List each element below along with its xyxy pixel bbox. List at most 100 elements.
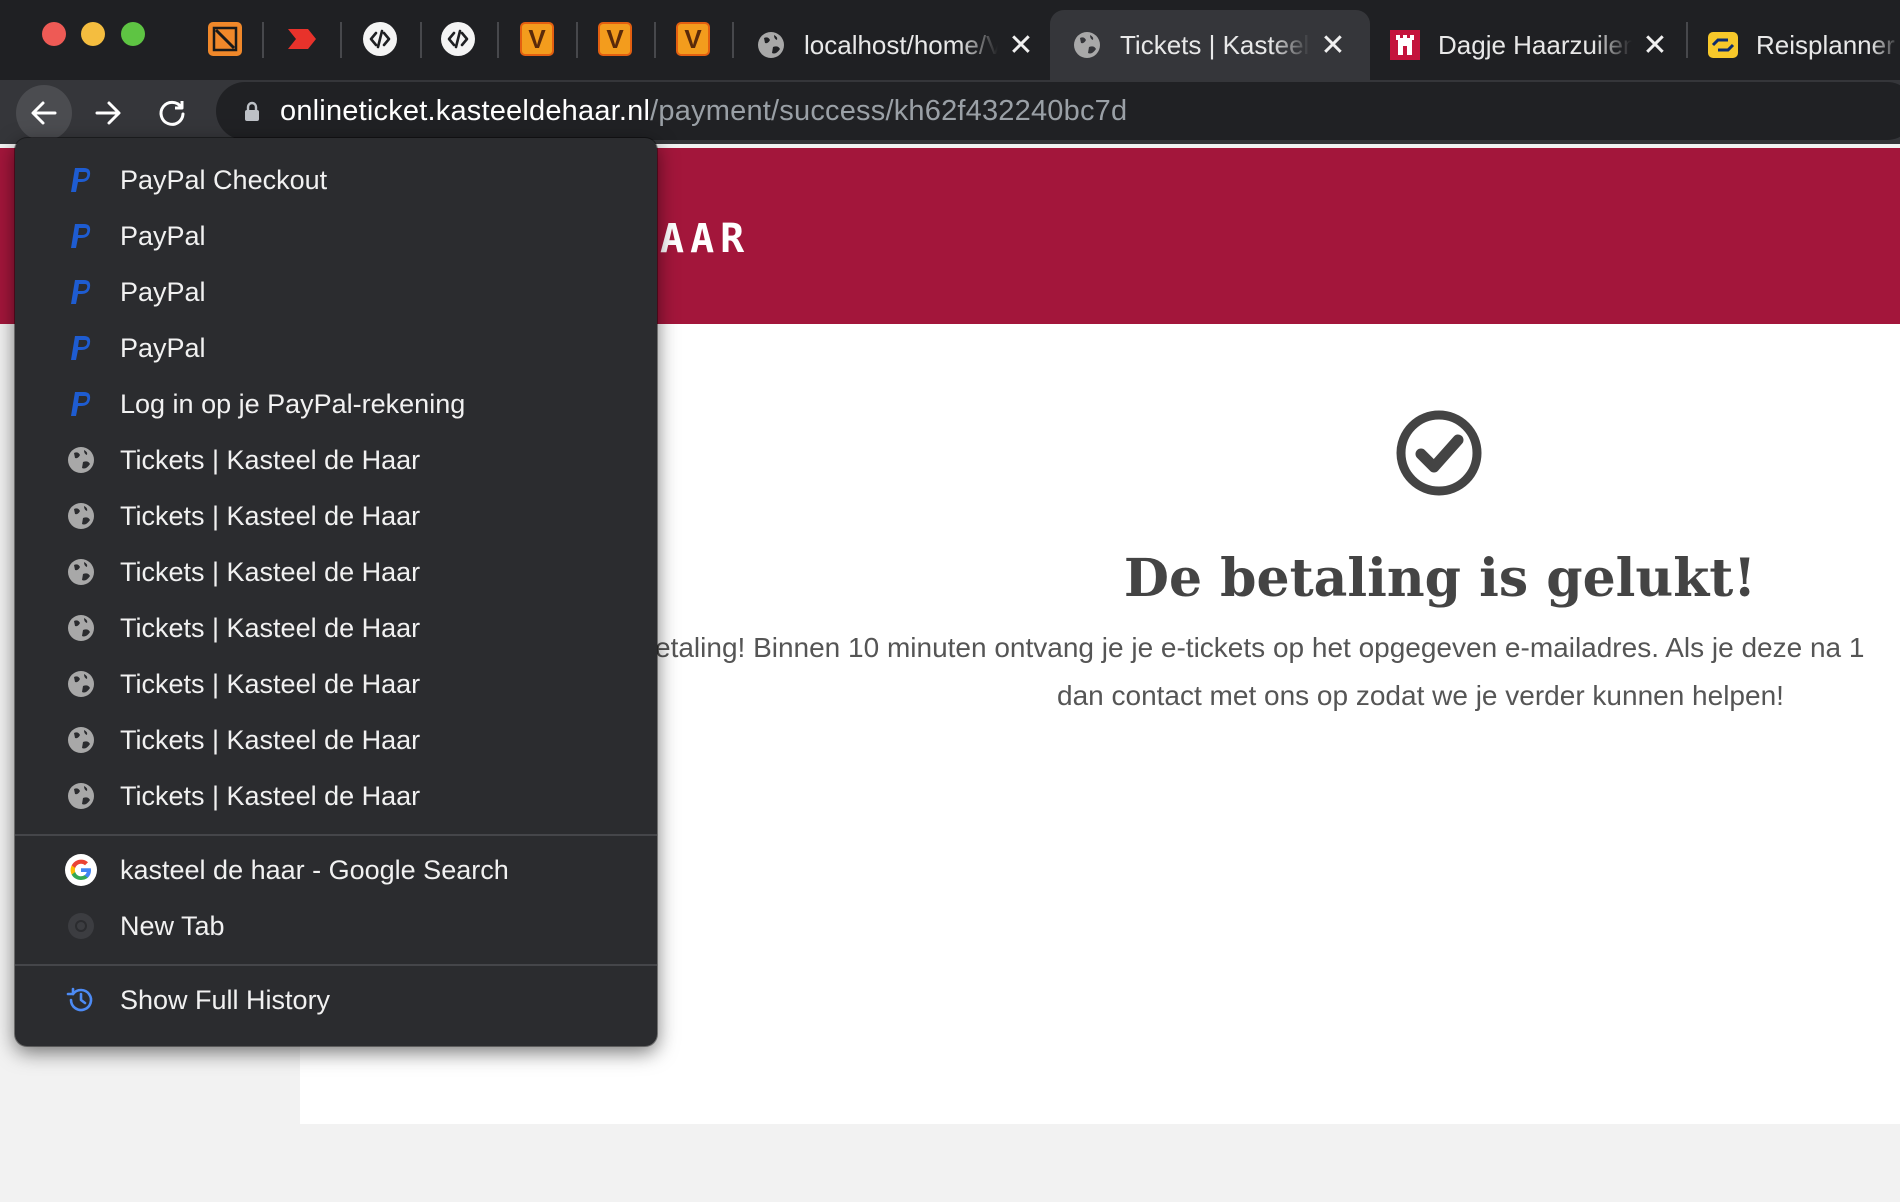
history-item-label: Tickets | Kasteel de Haar <box>120 500 421 531</box>
globe-icon <box>64 611 98 645</box>
check-circle-icon <box>1396 410 1482 496</box>
history-item-label: PayPal <box>120 220 206 251</box>
tab-title: Reisplanner <box>1756 29 1895 60</box>
success-message-line-1: etaling! Binnen 10 minuten ontvang je je… <box>655 632 1865 663</box>
pinned-tab-2[interactable] <box>285 22 319 56</box>
arrow-right-icon <box>95 101 121 125</box>
history-item[interactable]: Tickets | Kasteel de Haar <box>15 488 657 544</box>
history-item[interactable]: New Tab <box>15 898 657 954</box>
tab-dagje-haarzuilen[interactable]: Dagje Haarzuilen ✕ <box>1390 10 1670 80</box>
history-item-label: Tickets | Kasteel de Haar <box>120 612 421 643</box>
globe-icon <box>758 32 784 58</box>
address-bar[interactable]: onlineticket.kasteeldehaar.nl/payment/su… <box>216 82 1900 140</box>
pinned-tab-6[interactable]: V <box>598 22 632 56</box>
pinned-tab-4[interactable] <box>441 22 475 56</box>
tab-divider <box>732 22 734 58</box>
pinned-tab-3[interactable] <box>363 22 397 56</box>
tab-divider <box>654 22 656 58</box>
back-button[interactable] <box>16 85 72 141</box>
tab-divider <box>1686 22 1688 58</box>
tab-divider <box>576 22 578 58</box>
tab-title: Dagje Haarzuilen <box>1438 29 1632 60</box>
history-item[interactable]: Tickets | Kasteel de Haar <box>15 600 657 656</box>
v-logo-icon: V <box>528 23 546 54</box>
history-item[interactable]: Tickets | Kasteel de Haar <box>15 432 657 488</box>
url-host: onlineticket.kasteeldehaar.nl <box>280 94 651 127</box>
globe-icon <box>64 499 98 533</box>
history-item-label: Log in op je PayPal-rekening <box>120 388 466 419</box>
payment-success-title: De betaling is gelukt! <box>1123 548 1757 609</box>
tab-title: Tickets | Kasteel <box>1120 29 1310 60</box>
castle-icon <box>1390 30 1420 60</box>
tab-strip: V V V localhost/home/V ✕ Tickets | Kaste… <box>0 0 1900 80</box>
close-tab-icon[interactable]: ✕ <box>1318 28 1348 63</box>
globe-icon <box>64 555 98 589</box>
paypal-icon <box>64 387 98 421</box>
maximize-window-button[interactable] <box>121 22 145 46</box>
globe-icon <box>64 667 98 701</box>
minimize-window-button[interactable] <box>81 22 105 46</box>
v-logo-icon: V <box>684 23 702 54</box>
history-item[interactable]: PayPal Checkout <box>15 152 657 208</box>
brush-icon <box>212 26 238 52</box>
pinned-tab-1[interactable] <box>208 22 242 56</box>
back-history-menu: PayPal Checkout PayPal PayPal PayPal Log… <box>15 138 657 1046</box>
history-item[interactable]: Tickets | Kasteel de Haar <box>15 768 657 824</box>
history-item-label: Tickets | Kasteel de Haar <box>120 724 421 755</box>
paypal-icon <box>64 163 98 197</box>
history-item[interactable]: PayPal <box>15 320 657 376</box>
tab-reisplanner[interactable]: Reisplanner <box>1708 10 1900 80</box>
red-arrow-icon <box>288 29 316 49</box>
url-path: /payment/success/kh62f432240bc7d <box>650 94 1128 127</box>
history-item[interactable]: Tickets | Kasteel de Haar <box>15 656 657 712</box>
history-item[interactable]: Tickets | Kasteel de Haar <box>15 544 657 600</box>
browser-toolbar: onlineticket.kasteeldehaar.nl/payment/su… <box>0 80 1900 144</box>
forward-button[interactable] <box>80 85 136 141</box>
history-item-label: kasteel de haar - Google Search <box>120 854 509 885</box>
close-tab-icon[interactable]: ✕ <box>1640 28 1670 63</box>
google-icon <box>64 853 98 887</box>
chrome-icon <box>64 909 98 943</box>
paypal-icon <box>64 219 98 253</box>
reload-icon <box>159 100 185 126</box>
arrow-left-icon <box>31 101 57 125</box>
tab-divider <box>420 22 422 58</box>
history-icon <box>64 983 98 1017</box>
tab-title: localhost/home/V <box>804 29 998 60</box>
menu-divider <box>15 964 657 966</box>
pinned-tab-7[interactable]: V <box>676 22 710 56</box>
history-item-label: PayPal <box>120 276 206 307</box>
tab-localhost[interactable]: localhost/home/V ✕ <box>756 10 1036 80</box>
history-item-label: Tickets | Kasteel de Haar <box>120 668 421 699</box>
history-item-label: Tickets | Kasteel de Haar <box>120 444 421 475</box>
pinned-tab-5[interactable]: V <box>520 22 554 56</box>
tab-tickets[interactable]: Tickets | Kasteel ✕ <box>1050 10 1370 80</box>
history-item-label: Tickets | Kasteel de Haar <box>120 780 421 811</box>
site-logo-text[interactable]: AAR <box>660 216 750 262</box>
lock-icon[interactable] <box>242 101 262 121</box>
show-full-history-item[interactable]: Show Full History <box>15 972 657 1028</box>
history-item[interactable]: PayPal <box>15 264 657 320</box>
history-item[interactable]: kasteel de haar - Google Search <box>15 842 657 898</box>
tab-divider <box>262 22 264 58</box>
globe-icon <box>64 723 98 757</box>
history-item-label: PayPal Checkout <box>120 164 328 195</box>
close-tab-icon[interactable]: ✕ <box>1006 28 1036 63</box>
tab-divider <box>340 22 342 58</box>
history-item-label: PayPal <box>120 332 206 363</box>
code-icon <box>369 29 391 49</box>
close-window-button[interactable] <box>42 22 66 46</box>
globe-icon <box>64 779 98 813</box>
history-item-label: New Tab <box>120 910 225 941</box>
reload-button[interactable] <box>144 85 200 141</box>
history-item[interactable]: Tickets | Kasteel de Haar <box>15 712 657 768</box>
paypal-icon <box>64 331 98 365</box>
history-item[interactable]: PayPal <box>15 208 657 264</box>
history-item[interactable]: Log in op je PayPal-rekening <box>15 376 657 432</box>
code-icon <box>447 29 469 49</box>
ns-logo-icon <box>1708 32 1738 58</box>
success-message-line-2: dan contact met ons op zodat we je verde… <box>1057 680 1784 711</box>
globe-icon <box>1074 32 1100 58</box>
v-logo-icon: V <box>606 23 624 54</box>
payment-success-message: etaling! Binnen 10 minuten ontvang je je… <box>655 624 1900 720</box>
